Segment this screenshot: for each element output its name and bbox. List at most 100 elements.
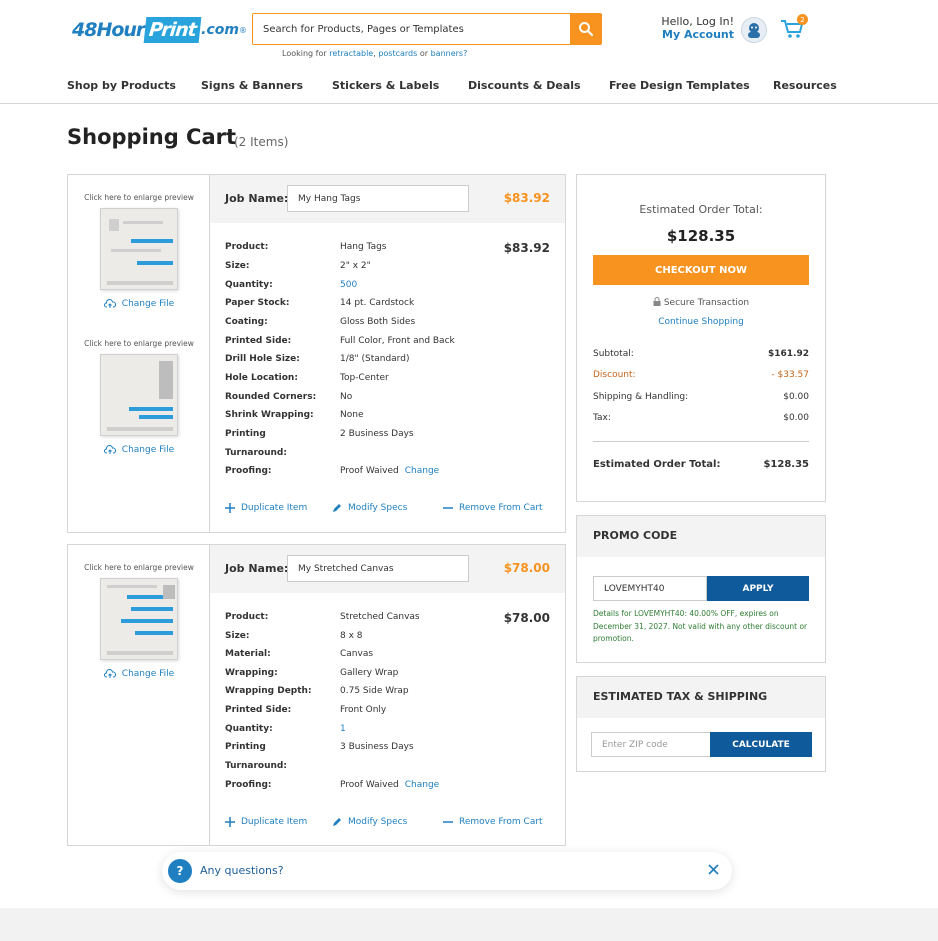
main-nav: Shop by Products Signs & Banners Sticker… — [0, 72, 938, 104]
remove-from-cart-button[interactable]: Remove From Cart — [443, 817, 543, 827]
spec-label: Printed Side: — [225, 336, 292, 346]
preview-caption[interactable]: Click here to enlarge preview — [68, 563, 210, 572]
preview-block: Click here to enlarge preview Change Fil… — [68, 339, 210, 455]
spec-value: 8 x 8 — [340, 631, 363, 641]
chat-prompt[interactable]: Any questions? — [200, 864, 284, 877]
close-icon[interactable] — [708, 861, 719, 879]
continue-shopping-link[interactable]: Continue Shopping — [577, 317, 825, 327]
page-title: Shopping Cart — [67, 125, 237, 149]
search-hint-link-banners[interactable]: banners? — [431, 49, 468, 58]
nav-discounts-deals[interactable]: Discounts & Deals — [468, 79, 581, 92]
upload-cloud-icon — [103, 445, 116, 454]
search-icon — [578, 22, 593, 37]
zip-code-input[interactable] — [591, 732, 711, 757]
tax-shipping-panel: ESTIMATED TAX & SHIPPING CALCULATE — [576, 676, 826, 772]
search-hint-link-postcards[interactable]: postcards — [378, 49, 417, 58]
login-greeting[interactable]: Hello, Log In! — [660, 15, 734, 28]
preview-thumbnail[interactable] — [100, 208, 178, 290]
spec-label: Size: — [225, 631, 250, 641]
spec-label: Quantity: — [225, 724, 273, 734]
remove-from-cart-button[interactable]: Remove From Cart — [443, 503, 543, 513]
chat-widget[interactable]: ? Any questions? — [162, 852, 732, 890]
spec-value-quantity[interactable]: 1 — [340, 724, 346, 734]
user-avatar-icon[interactable] — [741, 17, 767, 43]
job-name-label: Job Name: — [225, 562, 289, 575]
secure-transaction: Secure Transaction — [577, 297, 825, 308]
nav-signs-banners[interactable]: Signs & Banners — [201, 79, 303, 92]
spec-label: Printing — [225, 429, 266, 439]
promo-details: Details for LOVEMYHT40: 40.00% OFF, expi… — [593, 609, 808, 643]
subtotal-value: $161.92 — [768, 349, 809, 359]
tax-row: Tax: $0.00 — [593, 413, 809, 423]
discount-value: - $33.57 — [771, 370, 809, 380]
remove-from-cart-label: Remove From Cart — [459, 503, 543, 513]
promo-code-input[interactable] — [593, 576, 707, 601]
cart-icon[interactable]: 2 — [780, 14, 808, 40]
change-file-button[interactable]: Change File — [68, 669, 210, 679]
change-proofing-link[interactable]: Change — [405, 466, 439, 476]
shipping-row: Shipping & Handling: $0.00 — [593, 392, 809, 402]
preview-block: Click here to enlarge preview Change Fil… — [68, 563, 210, 679]
summary-divider — [593, 441, 809, 442]
spec-value: 1/8" (Standard) — [340, 354, 410, 364]
preview-thumbnail[interactable] — [100, 354, 178, 436]
search-input[interactable] — [253, 14, 570, 44]
job-name-input[interactable] — [287, 555, 469, 582]
duplicate-item-button[interactable]: Duplicate Item — [225, 503, 307, 513]
nav-free-design-templates[interactable]: Free Design Templates — [609, 79, 750, 92]
spec-label: Product: — [225, 242, 269, 252]
cart-item: Click here to enlarge preview Change Fil… — [67, 544, 566, 846]
spec-value: Proof Waived — [340, 780, 399, 790]
spec-value: 3 Business Days — [340, 742, 414, 752]
apply-promo-button[interactable]: APPLY — [707, 576, 809, 601]
lock-icon — [653, 297, 661, 306]
modify-specs-label: Modify Specs — [348, 817, 408, 827]
my-account-link[interactable]: My Account — [660, 28, 734, 41]
change-file-button[interactable]: Change File — [68, 445, 210, 455]
spec-value-quantity[interactable]: 500 — [340, 280, 357, 290]
duplicate-item-label: Duplicate Item — [241, 503, 308, 513]
secure-transaction-label: Secure Transaction — [663, 298, 750, 308]
site-logo[interactable]: 48Hour Print .com ® — [72, 12, 247, 48]
spec-label: Proofing: — [225, 466, 272, 476]
tax-label: Tax: — [593, 413, 611, 423]
preview-caption[interactable]: Click here to enlarge preview — [68, 339, 210, 348]
tax-value: $0.00 — [783, 413, 809, 423]
spec-value: Front Only — [340, 705, 387, 715]
nav-resources[interactable]: Resources — [773, 79, 837, 92]
change-file-button[interactable]: Change File — [68, 299, 210, 309]
job-name-input[interactable] — [287, 185, 469, 212]
change-proofing-link[interactable]: Change — [405, 780, 439, 790]
spec-label: Turnaround: — [225, 448, 287, 458]
search-hint-prefix: Looking for — [282, 49, 327, 58]
duplicate-item-button[interactable]: Duplicate Item — [225, 817, 307, 827]
search-button[interactable] — [570, 14, 601, 44]
account-menu[interactable]: Hello, Log In! My Account — [660, 15, 734, 41]
minus-icon — [443, 821, 453, 823]
spec-label: Paper Stock: — [225, 298, 290, 308]
modify-specs-button[interactable]: Modify Specs — [332, 817, 407, 827]
preview-thumbnail[interactable] — [100, 578, 178, 660]
spec-label: Turnaround: — [225, 761, 287, 771]
nav-shop-by-products[interactable]: Shop by Products — [67, 79, 176, 92]
search-hint: Looking for retractable, postcards or ba… — [282, 49, 468, 58]
spec-value: 2 Business Days — [340, 429, 414, 439]
spec-label: Proofing: — [225, 780, 272, 790]
modify-specs-button[interactable]: Modify Specs — [332, 503, 407, 513]
cart-item-count: (2 Items) — [234, 135, 289, 149]
spec-value: No — [340, 392, 353, 402]
item-preview-column: Click here to enlarge preview Change Fil… — [68, 545, 210, 845]
spec-label: Printing — [225, 742, 266, 752]
spec-value: 14 pt. Cardstock — [340, 298, 415, 308]
calculate-button[interactable]: CALCULATE — [710, 732, 812, 757]
spec-value: Gallery Wrap — [340, 668, 399, 678]
spec-value: 0.75 Side Wrap — [340, 686, 409, 696]
item-header-price: $78.00 — [503, 561, 550, 575]
nav-stickers-labels[interactable]: Stickers & Labels — [332, 79, 439, 92]
search-bar — [252, 13, 602, 45]
search-hint-link-retractable[interactable]: retractable — [329, 49, 373, 58]
preview-caption[interactable]: Click here to enlarge preview — [68, 193, 210, 202]
question-icon: ? — [168, 859, 192, 883]
item-header: Job Name: $83.92 — [210, 175, 565, 223]
checkout-button[interactable]: CHECKOUT NOW — [593, 255, 809, 285]
